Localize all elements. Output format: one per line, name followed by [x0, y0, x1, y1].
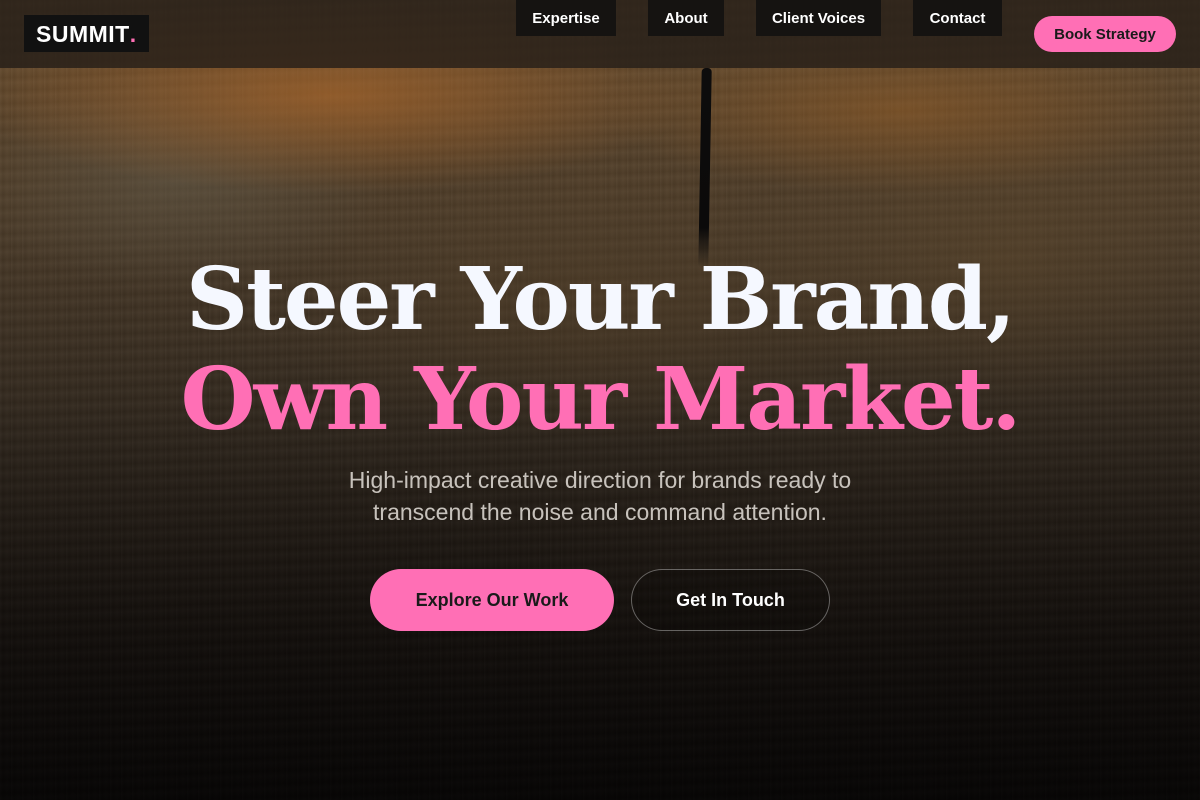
logo-dot: .: [129, 20, 137, 47]
hero-subtitle: High-impact creative direction for brand…: [348, 467, 852, 525]
logo[interactable]: SUMMIT.: [24, 15, 149, 52]
nav-expertise[interactable]: Expertise: [516, 0, 616, 36]
logo-text: SUMMIT: [36, 20, 130, 47]
site-header: SUMMIT. Expertise About Client Voices Co…: [0, 0, 1200, 68]
explore-work-button[interactable]: Explore Our Work: [370, 569, 614, 631]
nav-contact[interactable]: Contact: [913, 0, 1002, 36]
get-in-touch-button[interactable]: Get In Touch: [631, 569, 830, 631]
nav-client-voices[interactable]: Client Voices: [756, 0, 881, 36]
hero-headline-line1: Steer Your Brand,: [186, 249, 1016, 350]
nav-about[interactable]: About: [648, 0, 724, 36]
hero-headline-line2: Own Your Market.: [180, 349, 1022, 450]
book-strategy-button[interactable]: Book Strategy: [1034, 16, 1176, 52]
